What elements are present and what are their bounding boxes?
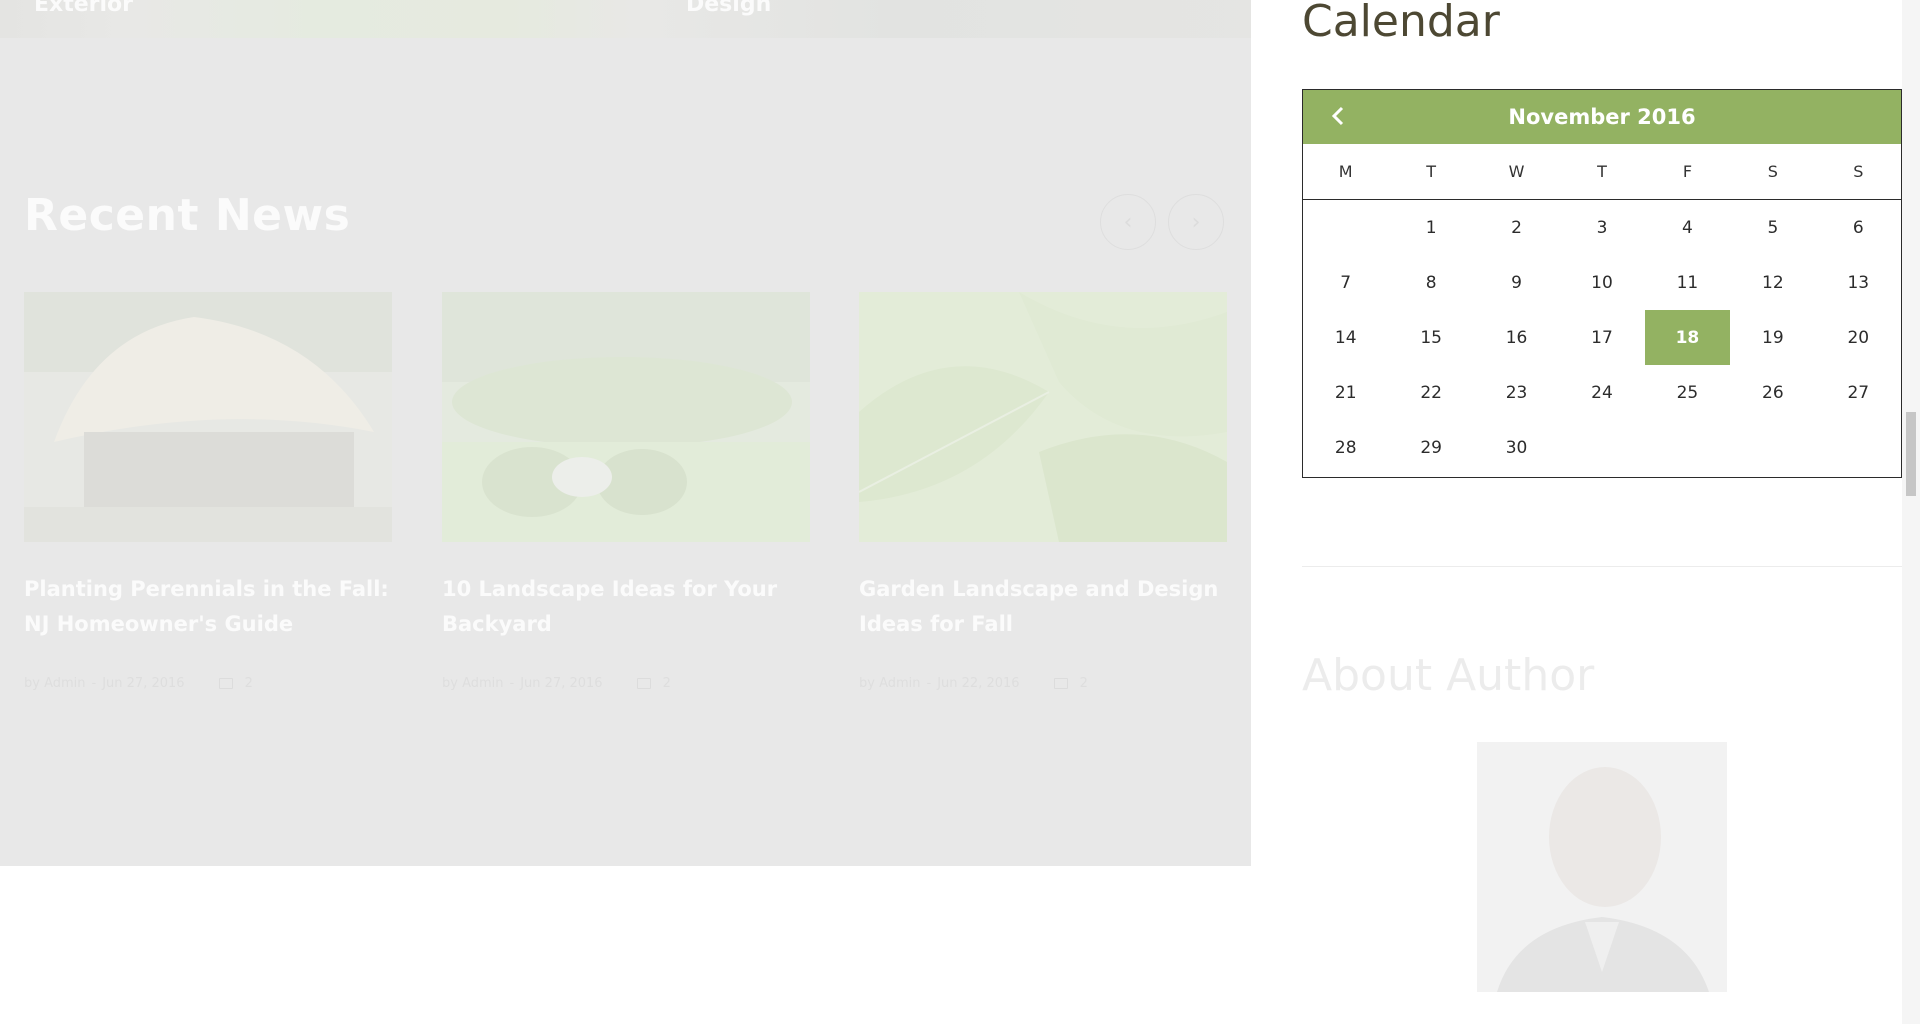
calendar-day[interactable]: 25	[1645, 365, 1730, 420]
news-title-link[interactable]: Planting Perennials in the Fall: NJ Home…	[24, 572, 392, 642]
news-date: Jun 22, 2016	[937, 676, 1020, 691]
news-image-thatched-cottage[interactable]	[24, 292, 392, 542]
portfolio-strip: Exterior Design	[0, 0, 1251, 38]
calendar-day[interactable]: 22	[1388, 365, 1473, 420]
page-scrollbar[interactable]	[1902, 0, 1920, 1024]
chevron-left-icon: ‹	[1123, 209, 1133, 235]
main-content-overlay: Exterior Design Recent News ‹ › Planting…	[0, 0, 1251, 866]
calendar-day[interactable]: 15	[1388, 310, 1473, 365]
calendar-empty-cell	[1303, 200, 1388, 255]
calendar-month-label: November 2016	[1508, 105, 1696, 129]
news-title-link[interactable]: 10 Landscape Ideas for Your Backyard	[442, 572, 810, 642]
calendar-day[interactable]: 30	[1474, 420, 1559, 475]
news-image-garden-shrubs[interactable]	[442, 292, 810, 542]
calendar-day[interactable]: 19	[1730, 310, 1815, 365]
calendar-day-grid: 1 2 3 4 5 6 7 8 9 10 11 12 13 14 15 16 17 18 19 20 21 22 23 24 2…	[1303, 200, 1901, 477]
calendar-day[interactable]: 7	[1303, 255, 1388, 310]
comment-count[interactable]: 2	[245, 676, 253, 691]
comment-icon	[1053, 678, 1068, 689]
news-next-button[interactable]: ›	[1168, 194, 1224, 250]
chevron-right-icon: ›	[1191, 209, 1201, 235]
calendar-day-today[interactable]: 18	[1644, 310, 1731, 365]
weekday-label: W	[1508, 162, 1525, 181]
calendar-day[interactable]: 11	[1645, 255, 1730, 310]
news-meta: by Admin - Jun 22, 2016 2	[859, 676, 1088, 691]
news-author[interactable]: by Admin	[24, 676, 86, 691]
news-card: Garden Landscape and Design Ideas for Fa…	[859, 292, 1227, 691]
calendar-day[interactable]: 20	[1816, 310, 1901, 365]
weekday-label: T	[1597, 162, 1607, 181]
calendar-day[interactable]: 8	[1388, 255, 1473, 310]
comment-count[interactable]: 2	[663, 676, 671, 691]
news-card: Planting Perennials in the Fall: NJ Home…	[24, 292, 392, 691]
calendar-day[interactable]: 10	[1559, 255, 1644, 310]
calendar-day[interactable]: 17	[1559, 310, 1644, 365]
weekday-label: F	[1682, 162, 1693, 181]
comment-icon	[218, 678, 233, 689]
calendar-day[interactable]: 27	[1816, 365, 1901, 420]
calendar-day[interactable]: 13	[1816, 255, 1901, 310]
news-date: Jun 27, 2016	[520, 676, 603, 691]
calendar-day[interactable]: 14	[1303, 310, 1388, 365]
portfolio-item-label[interactable]: Exterior	[34, 0, 133, 17]
calendar-day[interactable]: 5	[1730, 200, 1815, 255]
calendar-prev-button[interactable]	[1325, 103, 1351, 129]
chevron-left-icon	[1331, 106, 1344, 126]
calendar-day[interactable]: 24	[1559, 365, 1644, 420]
news-date: Jun 27, 2016	[102, 676, 185, 691]
scrollbar-thumb[interactable]	[1906, 412, 1916, 496]
news-author[interactable]: by Admin	[442, 676, 504, 691]
recent-news-title: Recent News	[24, 190, 351, 241]
news-author[interactable]: by Admin	[859, 676, 921, 691]
calendar-day[interactable]: 4	[1645, 200, 1730, 255]
sidebar-divider	[1302, 566, 1902, 567]
about-author-title: About Author	[1302, 650, 1595, 701]
calendar-day[interactable]: 26	[1730, 365, 1815, 420]
calendar-day[interactable]: 9	[1474, 255, 1559, 310]
weekday-label: M	[1338, 162, 1353, 181]
author-photo	[1477, 742, 1727, 992]
calendar-day[interactable]: 1	[1388, 200, 1473, 255]
portfolio-item-label[interactable]: Design	[686, 0, 771, 17]
calendar-weekday-row: MTWTFSS	[1303, 144, 1901, 200]
news-title-link[interactable]: Garden Landscape and Design Ideas for Fa…	[859, 572, 1227, 642]
calendar-widget-title: Calendar	[1302, 0, 1500, 47]
calendar-day[interactable]: 12	[1730, 255, 1815, 310]
weekday-label: T	[1426, 162, 1437, 181]
news-image-green-leaves[interactable]	[859, 292, 1227, 542]
news-meta: by Admin - Jun 27, 2016 2	[442, 676, 671, 691]
calendar-header: November 2016	[1303, 90, 1901, 144]
weekday-label: S	[1767, 162, 1778, 181]
comment-count[interactable]: 2	[1080, 676, 1088, 691]
comment-icon	[636, 678, 651, 689]
calendar-day[interactable]: 29	[1388, 420, 1473, 475]
news-meta: by Admin - Jun 27, 2016 2	[24, 676, 253, 691]
calendar-widget: November 2016 MTWTFSS 1 2 3 4 5 6 7 8 9 10 11 12 13 1…	[1302, 89, 1902, 478]
news-prev-button[interactable]: ‹	[1100, 194, 1156, 250]
calendar-day[interactable]: 6	[1816, 200, 1901, 255]
calendar-day[interactable]: 16	[1474, 310, 1559, 365]
calendar-day[interactable]: 21	[1303, 365, 1388, 420]
calendar-day[interactable]: 2	[1474, 200, 1559, 255]
weekday-label: S	[1853, 162, 1864, 181]
news-card: 10 Landscape Ideas for Your Backyard by …	[442, 292, 810, 691]
calendar-day[interactable]: 23	[1474, 365, 1559, 420]
calendar-day[interactable]: 28	[1303, 420, 1388, 475]
calendar-day[interactable]: 3	[1559, 200, 1644, 255]
